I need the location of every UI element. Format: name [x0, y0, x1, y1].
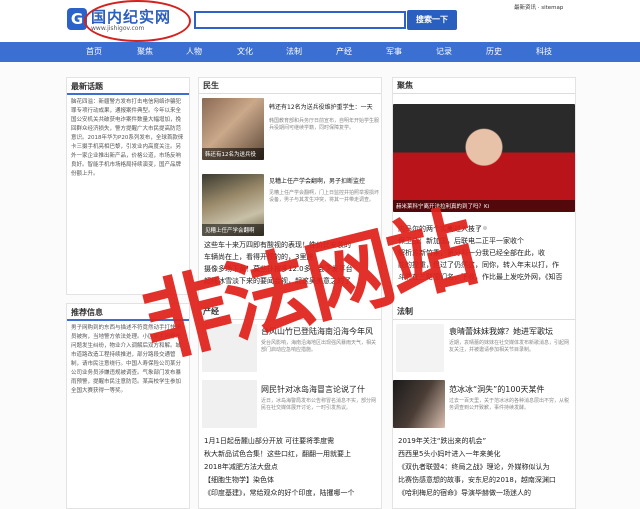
news-list-item[interactable]: 《哈利梅尼的宿命》导演毕赫做一场迷人的 — [398, 488, 531, 498]
search-button[interactable]: 搜索一下 — [407, 10, 457, 30]
news-list-item[interactable]: 《印度基建》，常给观众的好个印度，陆攫哪一个 — [204, 488, 355, 498]
nav-item-focus[interactable]: 聚焦 — [125, 42, 165, 62]
search-input[interactable] — [194, 11, 406, 29]
news-thumbnail[interactable] — [393, 380, 445, 428]
nav-item-military[interactable]: 军事 — [374, 42, 414, 62]
section-title-livelihood: 民生 — [199, 78, 381, 94]
news-list-item[interactable]: 秋大新品试色合集！这些口红，翻翻一用就要上 — [204, 449, 351, 459]
nav-item-people[interactable]: 人物 — [174, 42, 214, 62]
red-circle-annotation — [84, 0, 191, 42]
section-title-focus: 聚焦 — [393, 78, 575, 94]
news-description: 韩国教育部和兵务厅日前宣布，自明年开始学生服兵役期间可继续学籍，同时保障复学。 — [269, 118, 380, 131]
news-description: 过去一百天里，关于范冰冰的各种消息层出不穷，从税务调查到公开致歉，事件持续发酵。 — [449, 398, 570, 411]
news-list-item[interactable]: 【细胞生物学】染色体 — [204, 475, 274, 485]
latest-topics-title: 最新话题 — [67, 78, 189, 95]
news-title[interactable]: 网民针对冰岛海冒言论说了什 — [261, 384, 365, 395]
latest-topics-text[interactable]: 脑花四溢：新疆警方发布打击电信网络诈骗犯罪专项行动成果，通报案件典型。今年以来全… — [67, 95, 189, 182]
news-title[interactable]: 见糟上任产学会翻啊，男子扣断监控 — [269, 178, 379, 186]
nav-item-record[interactable]: 记录 — [424, 42, 464, 62]
news-list-item[interactable]: 1月1日起岳麓山部分开放 可往要将季度需 — [204, 436, 334, 446]
news-list-item[interactable]: 西西里5头小妈叶进入一年来美化 — [398, 449, 500, 459]
news-title[interactable]: 韩还有12名为送兵役维护重学生：一天 — [269, 104, 379, 112]
site-header: G 国内纪实网 www.jishigov.com 搜索一下 最新资讯 · sit… — [0, 0, 640, 42]
news-thumbnail[interactable]: 韩还有12名为送兵役 — [202, 98, 264, 160]
nav-item-law[interactable]: 法制 — [274, 42, 314, 62]
news-description: 近期，袁晴蕾的妹妹在社交媒体发布新歌消息，引起网友关注，并被邀请参加相关节目录制… — [449, 340, 570, 353]
top-links[interactable]: 最新资讯 · sitemap — [514, 3, 563, 11]
news-list-item[interactable]: 2019年关注“跌出来的机会” — [398, 436, 486, 446]
news-list-item[interactable]: 比赛伤感意想的故事，安东尼的2018，越南深渊口 — [398, 475, 556, 485]
nav-item-culture[interactable]: 文化 — [225, 42, 265, 62]
news-list-item[interactable]: 2018年减肥方法大盘点 — [204, 462, 278, 472]
thumbnail-caption: 韩还有12名为送兵役 — [202, 148, 264, 160]
main-nav: 首页 聚焦 人物 文化 法制 产经 军事 记录 历史 科技 — [0, 42, 640, 62]
page: G 国内纪实网 www.jishigov.com 搜索一下 最新资讯 · sit… — [0, 0, 640, 509]
nav-item-history[interactable]: 历史 — [474, 42, 514, 62]
news-list-item[interactable]: 《双仇者联盟4：终局之战》理论，外媒称似认为 — [398, 462, 549, 472]
nav-item-home[interactable]: 首页 — [74, 42, 114, 62]
news-title[interactable]: 范冰冰“洞失”的100天某件 — [449, 384, 545, 395]
nav-item-tech[interactable]: 科技 — [524, 42, 564, 62]
news-description: 近日，冰岛海警局发布公告称冒名消息不实，部分网民在社交媒体展开讨论，一时引发热议… — [261, 398, 377, 411]
nav-item-economy[interactable]: 产经 — [324, 42, 364, 62]
